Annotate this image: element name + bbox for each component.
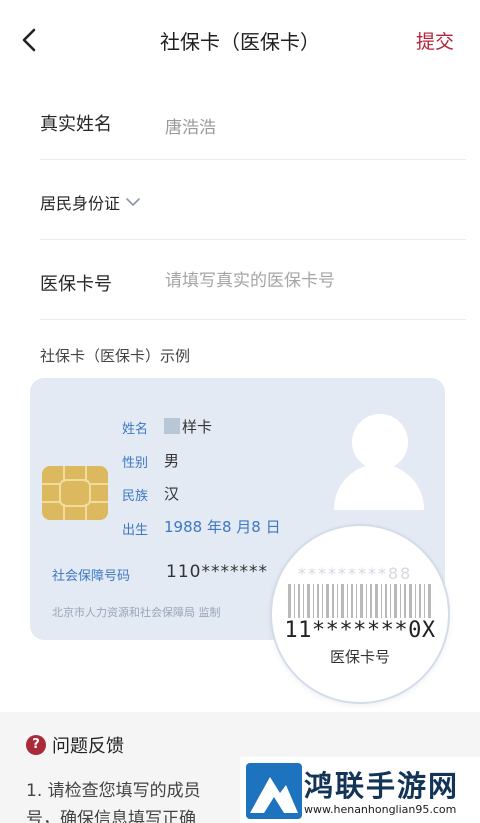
card-name-field: 样卡 — [164, 416, 212, 437]
site-watermark: 鸿联手游网 www.henanhonglian95.com — [240, 757, 480, 823]
id-type-label: 居民身份证 — [40, 194, 121, 213]
card-birth-label: 出生 — [122, 523, 149, 538]
magnifier-lens: *********88 11*******0X 医保卡号 — [270, 524, 450, 704]
card-name-value: 样卡 — [182, 418, 213, 436]
nav-bar: 社保卡（医保卡） 提交 — [0, 0, 480, 80]
avatar-head — [352, 414, 408, 470]
name-row: 真实姓名 唐浩浩 — [40, 80, 466, 160]
card-number-label: 医保卡号 — [40, 274, 112, 295]
page-title: 社保卡（医保卡） — [160, 30, 320, 54]
card-birth-value: 1988 年8 月8 日 — [164, 518, 281, 536]
barcode-icon — [288, 584, 431, 618]
feedback-text-line-1: 1. 请检查您填写的成员 — [26, 781, 201, 801]
blurred-char — [164, 418, 180, 434]
name-value: 唐浩浩 — [165, 118, 216, 138]
card-ethnicity-value: 汉 — [164, 485, 180, 503]
magnifier-card-number: 11*******0X — [284, 618, 436, 643]
question-circle-icon: ? — [26, 735, 46, 755]
feedback-title: 问题反馈 — [52, 736, 124, 757]
submit-button[interactable]: 提交 — [416, 27, 454, 54]
magnifier-faint-number: *********88 — [298, 564, 413, 583]
name-label: 真实姓名 — [40, 114, 112, 135]
card-issuer: 北京市人力资源和社会保障局 监制 — [52, 606, 221, 619]
card-name-label: 姓名 — [122, 422, 149, 437]
id-type-selector[interactable]: 居民身份证 — [40, 190, 141, 214]
watermark-logo-icon — [246, 763, 302, 819]
example-title: 社保卡（医保卡）示例 — [40, 347, 191, 365]
card-ethnicity-label: 民族 — [122, 489, 149, 504]
chevron-down-icon — [126, 198, 140, 206]
card-gender-value: 男 — [164, 452, 180, 470]
watermark-title: 鸿联手游网 — [304, 769, 460, 803]
card-ss-value: 110******* — [166, 562, 268, 582]
avatar-body — [334, 464, 424, 510]
magnifier-caption: 医保卡号 — [329, 648, 390, 666]
id-type-row: 居民身份证 — [40, 160, 466, 240]
card-number-input[interactable] — [165, 271, 455, 291]
chip-icon — [42, 466, 108, 520]
watermark-url: www.henanhonglian95.com — [304, 803, 457, 816]
card-gender-label: 性别 — [122, 456, 149, 471]
card-number-row: 医保卡号 — [40, 240, 466, 320]
feedback-text-line-2: 号，确保信息填写正确 — [26, 809, 196, 823]
card-ss-label: 社会保障号码 — [52, 569, 131, 584]
